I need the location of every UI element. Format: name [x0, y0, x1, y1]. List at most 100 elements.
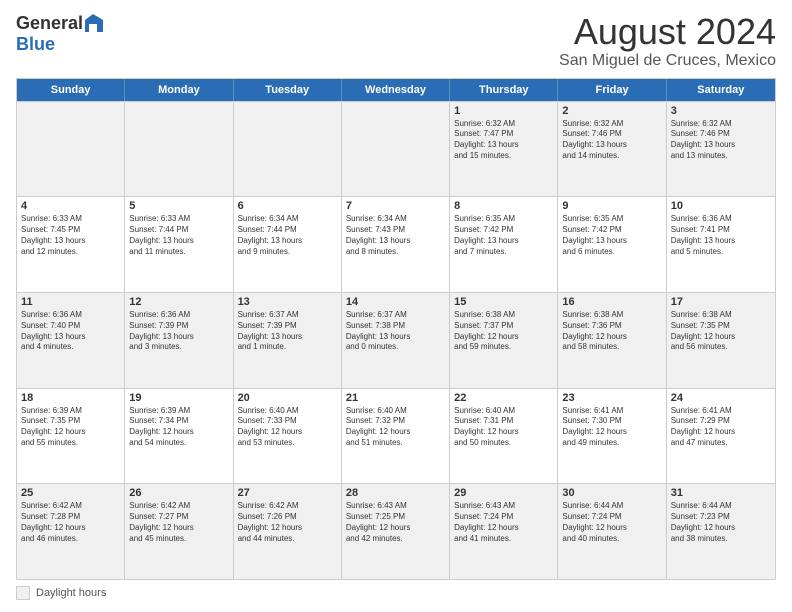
calendar: SundayMondayTuesdayWednesdayThursdayFrid… [16, 78, 776, 580]
calendar-cell: 29 Sunrise: 6:43 AMSunset: 7:24 PMDayligh… [450, 484, 558, 579]
cell-info: Sunrise: 6:32 AMSunset: 7:47 PMDaylight:… [454, 119, 553, 162]
cell-info: Sunrise: 6:40 AMSunset: 7:33 PMDaylight:… [238, 406, 337, 449]
day-number: 10 [671, 200, 771, 212]
calendar-cell: 1 Sunrise: 6:32 AMSunset: 7:47 PMDaylight… [450, 102, 558, 197]
cell-info: Sunrise: 6:33 AMSunset: 7:45 PMDaylight:… [21, 214, 120, 257]
day-number: 30 [562, 487, 661, 499]
calendar-cell [125, 102, 233, 197]
day-number: 2 [562, 105, 661, 117]
calendar-cell: 7 Sunrise: 6:34 AMSunset: 7:43 PMDaylight… [342, 197, 450, 292]
day-header-sunday: Sunday [17, 79, 125, 101]
calendar-cell: 30Sunrise: 6:44 AMSunset: 7:24 PMDayligh… [558, 484, 666, 579]
cell-info: Sunrise: 6:44 AMSunset: 7:23 PMDaylight:… [671, 501, 771, 544]
day-header-monday: Monday [125, 79, 233, 101]
title-block: August 2024 San Miguel de Cruces, Mexico [559, 12, 776, 70]
calendar-cell: 5 Sunrise: 6:33 AMSunset: 7:44 PMDaylight… [125, 197, 233, 292]
logo-blue: Blue [16, 34, 55, 55]
calendar-cell: 17Sunrise: 6:38 AMSunset: 7:35 PMDayligh… [667, 293, 775, 388]
day-number: 23 [562, 392, 661, 404]
day-number: 6 [238, 200, 337, 212]
cell-info: Sunrise: 6:42 AMSunset: 7:28 PMDaylight:… [21, 501, 120, 544]
calendar-cell: 26Sunrise: 6:42 AMSunset: 7:27 PMDayligh… [125, 484, 233, 579]
day-header-wednesday: Wednesday [342, 79, 450, 101]
cell-info: Sunrise: 6:36 AMSunset: 7:40 PMDaylight:… [21, 310, 120, 353]
calendar-cell: 12 Sunrise: 6:36 AMSunset: 7:39 PMDayligh… [125, 293, 233, 388]
cell-info: Sunrise: 6:33 AMSunset: 7:44 PMDaylight:… [129, 214, 228, 257]
calendar-week-2: 4 Sunrise: 6:33 AMSunset: 7:45 PMDaylight… [17, 196, 775, 292]
cell-info: Sunrise: 6:39 AMSunset: 7:35 PMDaylight:… [21, 406, 120, 449]
calendar-cell: 13 Sunrise: 6:37 AMSunset: 7:39 PMDayligh… [234, 293, 342, 388]
day-number: 31 [671, 487, 771, 499]
day-number: 20 [238, 392, 337, 404]
cell-info: Sunrise: 6:41 AMSunset: 7:30 PMDaylight:… [562, 406, 661, 449]
calendar-cell: 3Sunrise: 6:32 AMSunset: 7:46 PMDaylight… [667, 102, 775, 197]
cell-info: Sunrise: 6:43 AMSunset: 7:25 PMDaylight:… [346, 501, 445, 544]
day-number: 13 [238, 296, 337, 308]
cell-info: Sunrise: 6:37 AMSunset: 7:39 PMDaylight:… [238, 310, 337, 353]
calendar-cell: 8Sunrise: 6:35 AMSunset: 7:42 PMDaylight… [450, 197, 558, 292]
subtitle: San Miguel de Cruces, Mexico [559, 52, 776, 70]
day-number: 28 [346, 487, 445, 499]
main-title: August 2024 [559, 12, 776, 52]
calendar-cell [17, 102, 125, 197]
day-number: 1 [454, 105, 553, 117]
calendar-cell: 18 Sunrise: 6:39 AMSunset: 7:35 PMDayligh… [17, 389, 125, 484]
calendar-header: SundayMondayTuesdayWednesdayThursdayFrid… [17, 79, 775, 101]
cell-info: Sunrise: 6:36 AMSunset: 7:39 PMDaylight:… [129, 310, 228, 353]
day-number: 29 [454, 487, 553, 499]
cell-info: Sunrise: 6:43 AMSunset: 7:24 PMDaylight:… [454, 501, 553, 544]
calendar-week-1: 1 Sunrise: 6:32 AMSunset: 7:47 PMDaylight… [17, 101, 775, 197]
day-number: 17 [671, 296, 771, 308]
day-number: 11 [21, 296, 120, 308]
calendar-cell: 20 Sunrise: 6:40 AMSunset: 7:33 PMDayligh… [234, 389, 342, 484]
cell-info: Sunrise: 6:32 AMSunset: 7:46 PMDaylight:… [671, 119, 771, 162]
calendar-cell: 19Sunrise: 6:39 AMSunset: 7:34 PMDayligh… [125, 389, 233, 484]
day-header-saturday: Saturday [667, 79, 775, 101]
calendar-cell: 25 Sunrise: 6:42 AMSunset: 7:28 PMDayligh… [17, 484, 125, 579]
calendar-cell: 16Sunrise: 6:38 AMSunset: 7:36 PMDayligh… [558, 293, 666, 388]
legend-label: Daylight hours [36, 587, 106, 599]
day-header-friday: Friday [558, 79, 666, 101]
cell-info: Sunrise: 6:42 AMSunset: 7:26 PMDaylight:… [238, 501, 337, 544]
calendar-week-4: 18 Sunrise: 6:39 AMSunset: 7:35 PMDayligh… [17, 388, 775, 484]
cell-info: Sunrise: 6:35 AMSunset: 7:42 PMDaylight:… [454, 214, 553, 257]
cell-info: Sunrise: 6:35 AMSunset: 7:42 PMDaylight:… [562, 214, 661, 257]
header: GeneralBlue August 2024 San Miguel de Cr… [16, 12, 776, 70]
day-number: 14 [346, 296, 445, 308]
day-number: 25 [21, 487, 120, 499]
day-number: 21 [346, 392, 445, 404]
calendar-cell: 28 Sunrise: 6:43 AMSunset: 7:25 PMDayligh… [342, 484, 450, 579]
cell-info: Sunrise: 6:34 AMSunset: 7:44 PMDaylight:… [238, 214, 337, 257]
cell-info: Sunrise: 6:37 AMSunset: 7:38 PMDaylight:… [346, 310, 445, 353]
page: GeneralBlue August 2024 San Miguel de Cr… [0, 0, 792, 612]
legend: Daylight hours [16, 586, 776, 600]
day-number: 7 [346, 200, 445, 212]
day-header-tuesday: Tuesday [234, 79, 342, 101]
calendar-body: 1 Sunrise: 6:32 AMSunset: 7:47 PMDaylight… [17, 101, 775, 579]
day-number: 12 [129, 296, 228, 308]
day-number: 9 [562, 200, 661, 212]
cell-info: Sunrise: 6:34 AMSunset: 7:43 PMDaylight:… [346, 214, 445, 257]
cell-info: Sunrise: 6:32 AMSunset: 7:46 PMDaylight:… [562, 119, 661, 162]
day-number: 15 [454, 296, 553, 308]
day-number: 4 [21, 200, 120, 212]
calendar-cell: 4 Sunrise: 6:33 AMSunset: 7:45 PMDaylight… [17, 197, 125, 292]
calendar-cell: 24Sunrise: 6:41 AMSunset: 7:29 PMDayligh… [667, 389, 775, 484]
cell-info: Sunrise: 6:40 AMSunset: 7:31 PMDaylight:… [454, 406, 553, 449]
cell-info: Sunrise: 6:38 AMSunset: 7:37 PMDaylight:… [454, 310, 553, 353]
day-number: 19 [129, 392, 228, 404]
calendar-cell: 21 Sunrise: 6:40 AMSunset: 7:32 PMDayligh… [342, 389, 450, 484]
calendar-cell: 15 Sunrise: 6:38 AMSunset: 7:37 PMDayligh… [450, 293, 558, 388]
calendar-cell: 2 Sunrise: 6:32 AMSunset: 7:46 PMDaylight… [558, 102, 666, 197]
cell-info: Sunrise: 6:41 AMSunset: 7:29 PMDaylight:… [671, 406, 771, 449]
day-number: 18 [21, 392, 120, 404]
calendar-cell: 6 Sunrise: 6:34 AMSunset: 7:44 PMDaylight… [234, 197, 342, 292]
calendar-cell: 11 Sunrise: 6:36 AMSunset: 7:40 PMDayligh… [17, 293, 125, 388]
cell-info: Sunrise: 6:40 AMSunset: 7:32 PMDaylight:… [346, 406, 445, 449]
calendar-cell: 14 Sunrise: 6:37 AMSunset: 7:38 PMDayligh… [342, 293, 450, 388]
day-number: 5 [129, 200, 228, 212]
calendar-cell: 9 Sunrise: 6:35 AMSunset: 7:42 PMDaylight… [558, 197, 666, 292]
logo: GeneralBlue [16, 12, 105, 55]
day-number: 22 [454, 392, 553, 404]
day-header-thursday: Thursday [450, 79, 558, 101]
